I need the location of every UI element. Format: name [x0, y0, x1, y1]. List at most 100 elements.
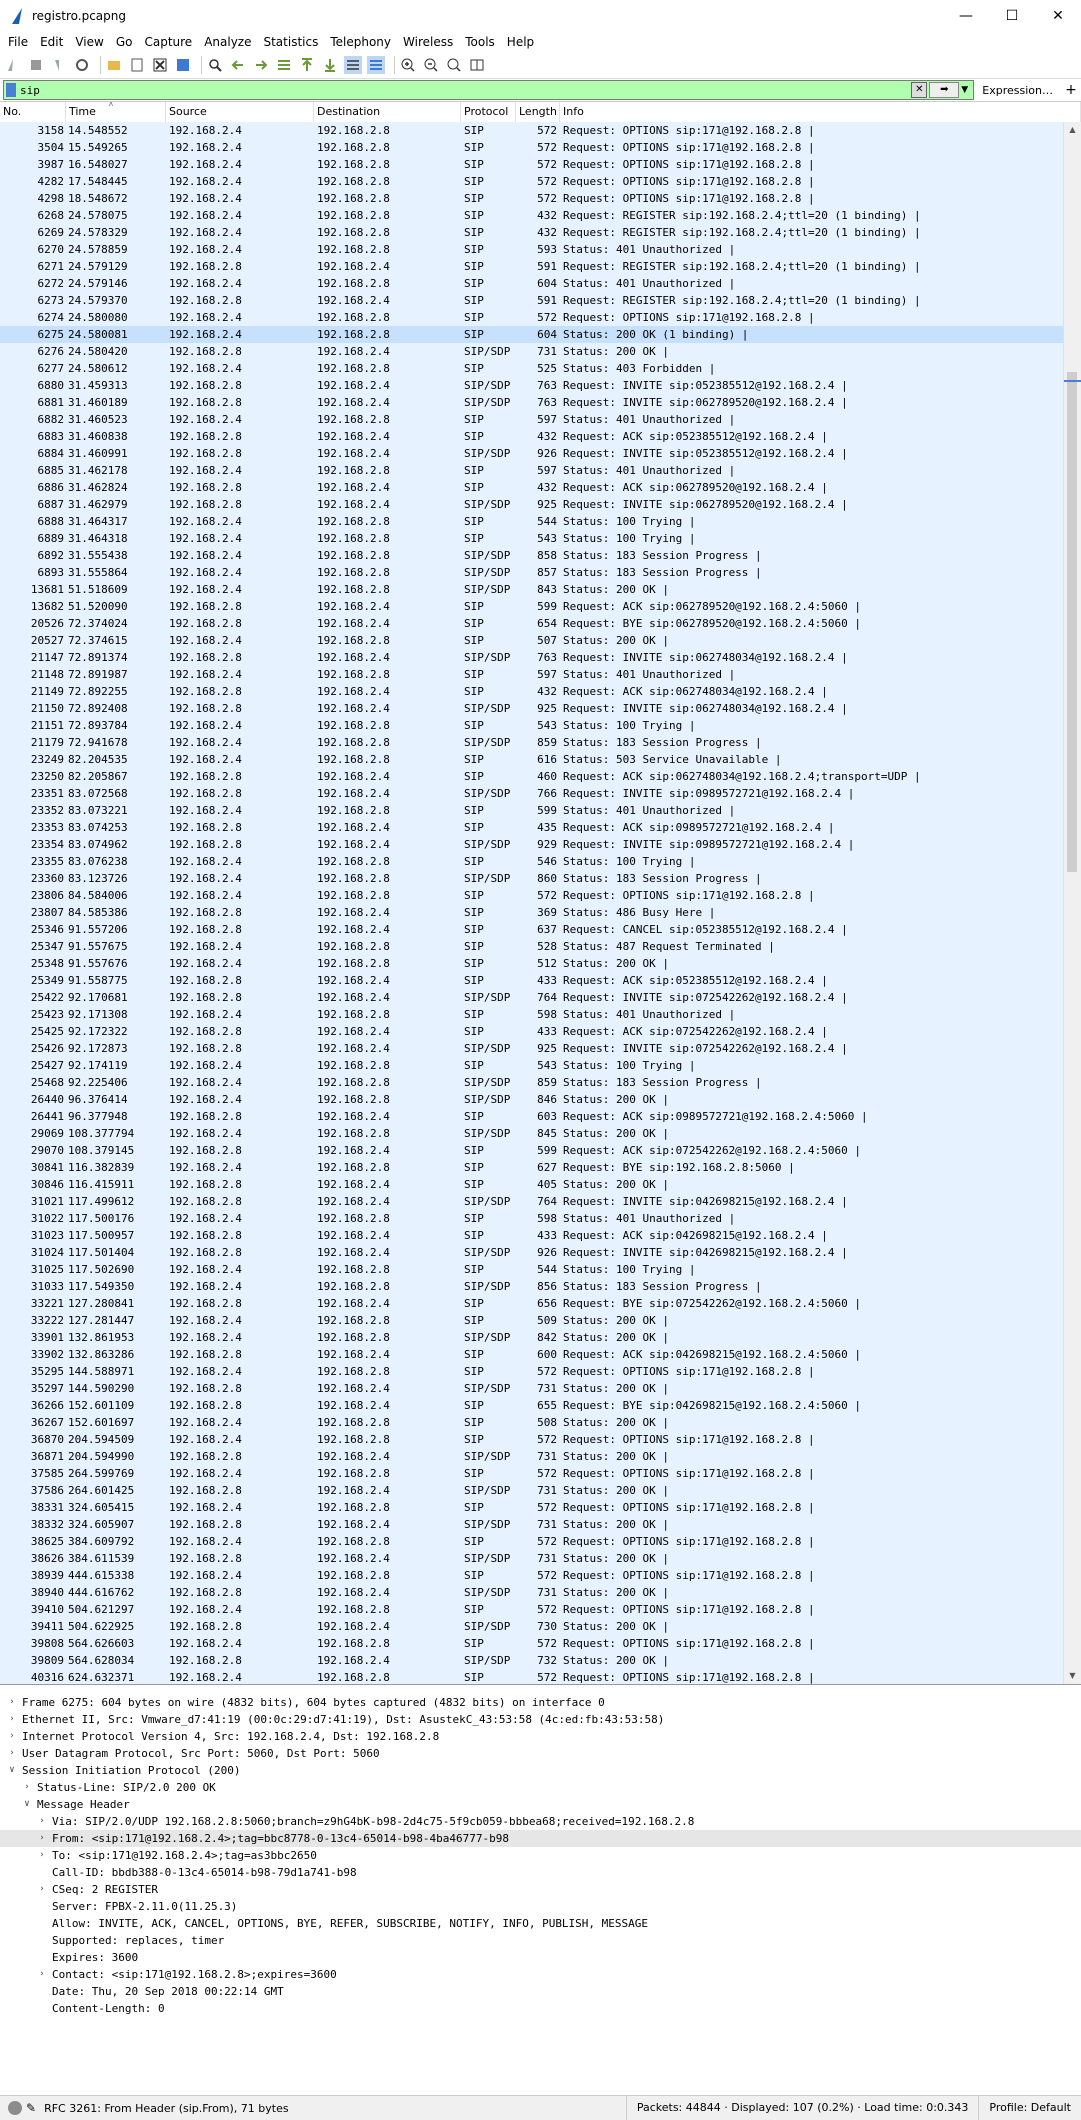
table-row[interactable]: 26441 96.377948 192.168.2.8 192.168.2.4 SIP 6… — [0, 1108, 1064, 1125]
table-row[interactable]: 39411 504.622925 192.168.2.8 192.168.2.4 SIP… — [0, 1618, 1064, 1635]
menu-view[interactable]: View — [69, 35, 109, 49]
menu-go[interactable]: Go — [110, 35, 139, 49]
table-row[interactable]: 6888 31.464317 192.168.2.4 192.168.2.8 SIP 54… — [0, 513, 1064, 530]
table-row[interactable]: 36871 204.594990 192.168.2.8 192.168.2.4 SIP… — [0, 1448, 1064, 1465]
menu-edit[interactable]: Edit — [34, 35, 69, 49]
menu-file[interactable]: File — [2, 35, 34, 49]
table-row[interactable]: 33902 132.863286 192.168.2.8 192.168.2.4 SIP… — [0, 1346, 1064, 1363]
table-row[interactable]: 31021 117.499612 192.168.2.8 192.168.2.4 SIP… — [0, 1193, 1064, 1210]
table-row[interactable]: 31023 117.500957 192.168.2.8 192.168.2.4 SIP… — [0, 1227, 1064, 1244]
table-row[interactable]: 6269 24.578329 192.168.2.4 192.168.2.8 SIP 43… — [0, 224, 1064, 241]
table-row[interactable]: 23354 83.074962 192.168.2.8 192.168.2.4 SIP/… — [0, 836, 1064, 853]
resize-columns-icon[interactable] — [468, 56, 486, 74]
expression-button[interactable]: Expression… — [974, 84, 1061, 97]
table-row[interactable]: 23250 82.205867 192.168.2.8 192.168.2.4 SIP 4… — [0, 768, 1064, 785]
detail-tree-item[interactable]: Call-ID: bbdb388-0-13c4-65014-b98-79d1a7… — [0, 1864, 1081, 1881]
detail-tree-item[interactable]: Content-Length: 0 — [0, 2000, 1081, 2017]
table-row[interactable]: 21148 72.891987 192.168.2.4 192.168.2.8 SIP 5… — [0, 666, 1064, 683]
table-row[interactable]: 31025 117.502690 192.168.2.4 192.168.2.8 SIP… — [0, 1261, 1064, 1278]
detail-tree-item[interactable]: ∨ Message Header — [0, 1796, 1081, 1813]
table-row[interactable]: 23807 84.585386 192.168.2.8 192.168.2.4 SIP 3… — [0, 904, 1064, 921]
restart-capture-icon[interactable] — [50, 56, 68, 74]
table-row[interactable]: 35297 144.590290 192.168.2.8 192.168.2.4 SIP… — [0, 1380, 1064, 1397]
chevron-right-icon[interactable]: › — [36, 1881, 48, 1898]
table-row[interactable]: 30841 116.382839 192.168.2.4 192.168.2.8 SIP… — [0, 1159, 1064, 1176]
menu-capture[interactable]: Capture — [138, 35, 198, 49]
column-info[interactable]: Info — [560, 102, 1081, 122]
table-row[interactable]: 25423 92.171308 192.168.2.4 192.168.2.8 SIP 5… — [0, 1006, 1064, 1023]
table-row[interactable]: 6270 24.578859 192.168.2.4 192.168.2.8 SIP 59… — [0, 241, 1064, 258]
edit-comment-icon[interactable]: ✎ — [26, 2101, 36, 2115]
table-row[interactable]: 23360 83.123726 192.168.2.4 192.168.2.8 SIP/… — [0, 870, 1064, 887]
menu-statistics[interactable]: Statistics — [257, 35, 324, 49]
table-row[interactable]: 36870 204.594509 192.168.2.4 192.168.2.8 SIP… — [0, 1431, 1064, 1448]
detail-tree-item[interactable]: › From: <sip:171@192.168.2.4>;tag=bbc8778… — [0, 1830, 1081, 1847]
table-row[interactable]: 6885 31.462178 192.168.2.4 192.168.2.8 SIP 59… — [0, 462, 1064, 479]
table-row[interactable]: 33221 127.280841 192.168.2.8 192.168.2.4 SIP… — [0, 1295, 1064, 1312]
find-packet-icon[interactable] — [206, 56, 224, 74]
chevron-right-icon[interactable]: › — [6, 1728, 18, 1745]
table-row[interactable]: 31033 117.549350 192.168.2.4 192.168.2.8 SIP… — [0, 1278, 1064, 1295]
go-to-packet-icon[interactable] — [275, 56, 293, 74]
table-row[interactable]: 13682 51.520090 192.168.2.8 192.168.2.4 SIP 5… — [0, 598, 1064, 615]
table-row[interactable]: 6881 31.460189 192.168.2.8 192.168.2.4 SIP/S… — [0, 394, 1064, 411]
menu-analyze[interactable]: Analyze — [198, 35, 257, 49]
table-row[interactable]: 30846 116.415911 192.168.2.8 192.168.2.4 SIP… — [0, 1176, 1064, 1193]
table-row[interactable]: 25422 92.170681 192.168.2.8 192.168.2.4 SIP/… — [0, 989, 1064, 1006]
table-row[interactable]: 6276 24.580420 192.168.2.8 192.168.2.4 SIP/S… — [0, 343, 1064, 360]
table-row[interactable]: 6883 31.460838 192.168.2.8 192.168.2.4 SIP 43… — [0, 428, 1064, 445]
table-row[interactable]: 21179 72.941678 192.168.2.4 192.168.2.8 SIP/… — [0, 734, 1064, 751]
table-row[interactable]: 4282 17.548445 192.168.2.4 192.168.2.8 SIP 57… — [0, 173, 1064, 190]
filter-dropdown-icon[interactable]: ▼ — [961, 85, 973, 95]
table-row[interactable]: 37585 264.599769 192.168.2.4 192.168.2.8 SIP… — [0, 1465, 1064, 1482]
chevron-right-icon[interactable]: › — [36, 1830, 48, 1847]
zoom-reset-icon[interactable] — [445, 56, 463, 74]
table-row[interactable]: 38625 384.609792 192.168.2.4 192.168.2.8 SIP… — [0, 1533, 1064, 1550]
table-row[interactable]: 25349 91.558775 192.168.2.8 192.168.2.4 SIP 4… — [0, 972, 1064, 989]
column-time[interactable]: Time — [66, 102, 166, 122]
open-file-icon[interactable] — [105, 56, 123, 74]
table-row[interactable]: 23355 83.076238 192.168.2.4 192.168.2.8 SIP 5… — [0, 853, 1064, 870]
display-filter-input[interactable]: sip ✕ ➡ ▼ — [3, 80, 975, 100]
apply-filter-icon[interactable]: ➡ — [929, 82, 960, 98]
start-capture-icon[interactable] — [4, 56, 22, 74]
column-length[interactable]: Length — [516, 102, 560, 122]
table-row[interactable]: 36267 152.601697 192.168.2.4 192.168.2.8 SIP… — [0, 1414, 1064, 1431]
table-row[interactable]: 23352 83.073221 192.168.2.4 192.168.2.8 SIP 5… — [0, 802, 1064, 819]
table-row[interactable]: 6268 24.578075 192.168.2.4 192.168.2.8 SIP 43… — [0, 207, 1064, 224]
last-packet-icon[interactable] — [321, 56, 339, 74]
table-row[interactable]: 39808 564.626603 192.168.2.4 192.168.2.8 SIP… — [0, 1635, 1064, 1652]
close-file-icon[interactable] — [151, 56, 169, 74]
table-row[interactable]: 33222 127.281447 192.168.2.4 192.168.2.8 SIP… — [0, 1312, 1064, 1329]
menu-tools[interactable]: Tools — [459, 35, 501, 49]
table-row[interactable]: 6887 31.462979 192.168.2.8 192.168.2.4 SIP/S… — [0, 496, 1064, 513]
chevron-right-icon[interactable]: › — [36, 1847, 48, 1864]
table-row[interactable]: 29069 108.377794 192.168.2.4 192.168.2.8 SIP… — [0, 1125, 1064, 1142]
table-row[interactable]: 33901 132.861953 192.168.2.4 192.168.2.8 SIP… — [0, 1329, 1064, 1346]
chevron-down-icon[interactable]: ∨ — [6, 1762, 18, 1779]
detail-tree-item[interactable]: Supported: replaces, timer — [0, 1932, 1081, 1949]
scrollbar-thumb[interactable] — [1067, 372, 1077, 872]
table-row[interactable]: 6880 31.459313 192.168.2.8 192.168.2.4 SIP/S… — [0, 377, 1064, 394]
add-filter-button-icon[interactable]: + — [1061, 82, 1081, 98]
zoom-in-icon[interactable] — [399, 56, 417, 74]
chevron-right-icon[interactable]: › — [36, 1966, 48, 1983]
autoscroll-icon[interactable] — [344, 56, 362, 74]
table-row[interactable]: 39410 504.621297 192.168.2.4 192.168.2.8 SIP… — [0, 1601, 1064, 1618]
filter-text[interactable]: sip — [20, 84, 911, 97]
table-row[interactable]: 38940 444.616762 192.168.2.8 192.168.2.4 SIP… — [0, 1584, 1064, 1601]
minimize-button[interactable]: — — [943, 0, 989, 32]
table-row[interactable]: 35295 144.588971 192.168.2.4 192.168.2.8 SIP… — [0, 1363, 1064, 1380]
clear-filter-icon[interactable]: ✕ — [911, 82, 928, 98]
table-row[interactable]: 6271 24.579129 192.168.2.8 192.168.2.4 SIP 59… — [0, 258, 1064, 275]
table-row[interactable]: 23806 84.584006 192.168.2.4 192.168.2.8 SIP 5… — [0, 887, 1064, 904]
detail-tree-item[interactable]: › Ethernet II, Src: Vmware_d7:41:19 (00:0… — [0, 1711, 1081, 1728]
table-row[interactable]: 21149 72.892255 192.168.2.8 192.168.2.4 SIP 4… — [0, 683, 1064, 700]
table-row[interactable]: 21147 72.891374 192.168.2.8 192.168.2.4 SIP/… — [0, 649, 1064, 666]
column-destination[interactable]: Destination — [314, 102, 461, 122]
table-row[interactable]: 20527 72.374615 192.168.2.4 192.168.2.8 SIP 5… — [0, 632, 1064, 649]
detail-tree-item[interactable]: › User Datagram Protocol, Src Port: 5060,… — [0, 1745, 1081, 1762]
table-row[interactable]: 31022 117.500176 192.168.2.4 192.168.2.8 SIP… — [0, 1210, 1064, 1227]
table-row[interactable]: 20526 72.374024 192.168.2.8 192.168.2.4 SIP 6… — [0, 615, 1064, 632]
table-row[interactable]: 38626 384.611539 192.168.2.8 192.168.2.4 SIP… — [0, 1550, 1064, 1567]
